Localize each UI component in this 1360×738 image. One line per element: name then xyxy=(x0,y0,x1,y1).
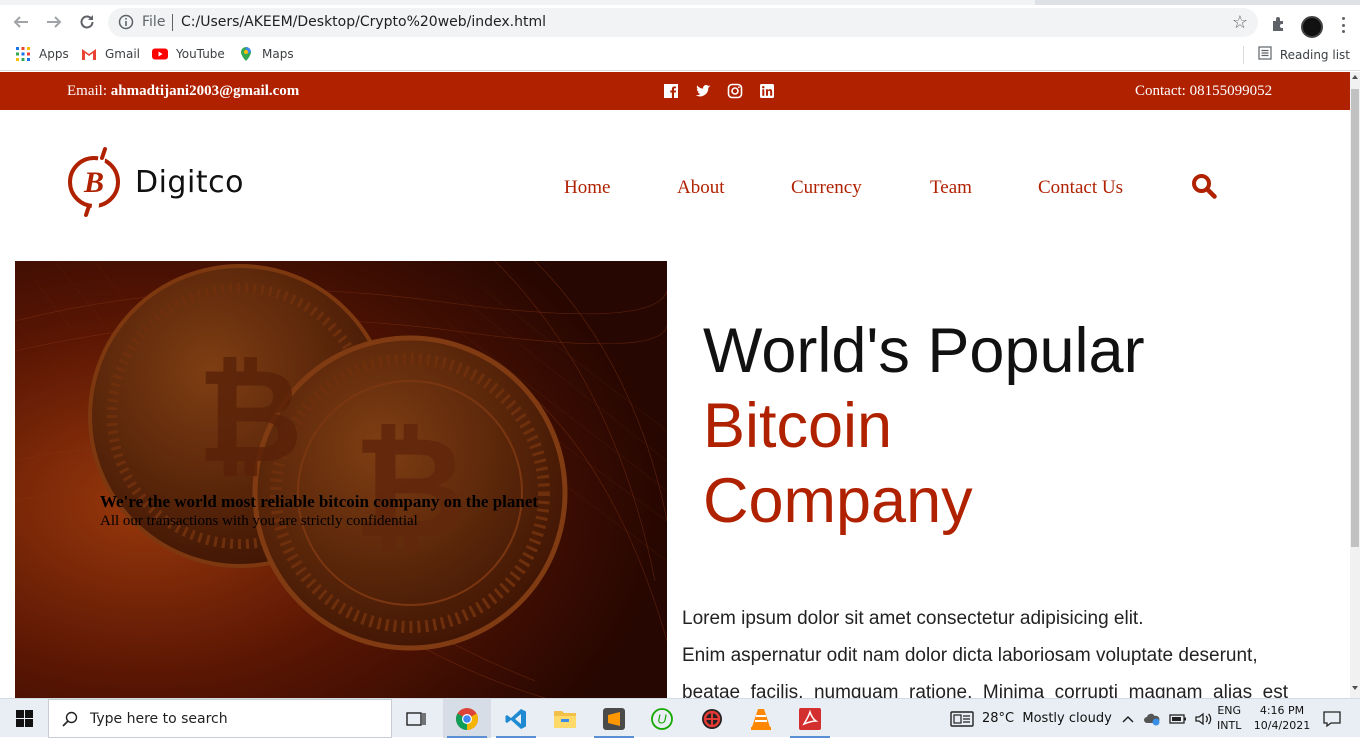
task-view-icon[interactable] xyxy=(392,699,440,738)
reading-list-button[interactable]: Reading list xyxy=(1242,46,1350,64)
headline-line-1: World's Popular xyxy=(703,316,1145,386)
language-code: ENG xyxy=(1217,704,1242,717)
bookmark-label: YouTube xyxy=(176,47,225,61)
twitter-icon[interactable] xyxy=(695,83,711,99)
bookmark-label: Apps xyxy=(39,47,69,61)
onedrive-cloud-icon[interactable] xyxy=(1143,712,1161,726)
address-bar[interactable]: File C:/Users/AKEEM/Desktop/Crypto%20web… xyxy=(108,8,1258,37)
nav-home[interactable]: Home xyxy=(564,177,610,199)
weather-news-icon xyxy=(950,710,974,728)
hero-caption-title: We're the world most reliable bitcoin co… xyxy=(100,492,539,511)
site-logo[interactable]: B Digitco xyxy=(65,146,244,218)
bookmark-apps[interactable]: Apps xyxy=(15,46,69,62)
facebook-icon[interactable] xyxy=(663,83,679,99)
clock-date: 10/4/2021 xyxy=(1253,719,1311,732)
email-address[interactable]: ahmadtijani2003@gmail.com xyxy=(111,83,300,99)
intro-paragraph: Lorem ipsum dolor sit amet consectetur a… xyxy=(682,600,1288,698)
reading-list-label: Reading list xyxy=(1279,47,1350,62)
page-scrollbar[interactable] xyxy=(1350,72,1360,698)
taskbar-clock[interactable]: 4:16 PM 10/4/2021 xyxy=(1253,703,1311,733)
topbar-email: Email: ahmadtijani2003@gmail.com xyxy=(67,83,299,100)
scrollbar-thumb[interactable] xyxy=(1351,89,1359,547)
file-scheme-label: File xyxy=(142,14,166,30)
bookmark-youtube[interactable]: YouTube xyxy=(152,46,225,62)
browser-menu-icon[interactable] xyxy=(1338,15,1348,35)
svg-text:B: B xyxy=(83,166,104,199)
back-arrow-icon[interactable] xyxy=(9,10,33,34)
intro-line-2: Enim aspernatur odit nam dolor dicta lab… xyxy=(682,645,1258,666)
reading-list-icon xyxy=(1258,46,1272,63)
upwork-taskbar-icon[interactable]: U xyxy=(638,699,686,738)
system-tray-icons xyxy=(1121,699,1213,738)
hero-headline: World's Popular Bitcoin Company xyxy=(703,314,1145,539)
nav-about[interactable]: About xyxy=(677,177,725,199)
site-info-icon[interactable] xyxy=(118,14,134,30)
topbar-contact: Contact: 08155099052 xyxy=(1135,83,1273,99)
chrome-taskbar-icon[interactable] xyxy=(443,699,491,738)
contact-topbar: Email: ahmadtijani2003@gmail.com Contact… xyxy=(0,72,1350,110)
scroll-down-arrow-icon[interactable] xyxy=(1352,686,1358,690)
instagram-icon[interactable] xyxy=(727,83,743,99)
clock-time: 4:16 PM xyxy=(1259,704,1305,717)
bookmark-star-icon[interactable]: ☆ xyxy=(1232,12,1248,33)
social-links xyxy=(663,83,775,99)
battery-icon[interactable] xyxy=(1169,713,1187,725)
input-language-indicator[interactable]: ENG INTL xyxy=(1217,703,1241,733)
pdf-reader-taskbar-icon[interactable] xyxy=(786,699,834,738)
maps-icon xyxy=(238,46,254,62)
profile-avatar[interactable] xyxy=(1301,16,1323,38)
url-text[interactable]: C:/Users/AKEEM/Desktop/Crypto%20web/inde… xyxy=(181,14,546,30)
linkedin-icon[interactable] xyxy=(759,83,775,99)
notifications-icon[interactable] xyxy=(1322,699,1342,738)
bookmark-maps[interactable]: Maps xyxy=(238,46,294,62)
headline-line-3: Company xyxy=(703,466,973,536)
omnibox-divider xyxy=(172,14,173,31)
gmail-icon xyxy=(81,46,97,62)
divider xyxy=(1242,46,1244,64)
intro-line-1: Lorem ipsum dolor sit amet consectetur a… xyxy=(682,608,1144,629)
search-icon[interactable] xyxy=(1190,172,1218,200)
weather-widget[interactable]: 28°C Mostly cloudy xyxy=(950,699,1112,738)
apps-grid-icon xyxy=(15,46,31,62)
taskbar-search-box[interactable]: Type here to search xyxy=(48,699,392,738)
file-explorer-taskbar-icon[interactable] xyxy=(541,699,589,738)
vscode-taskbar-icon[interactable] xyxy=(492,699,540,738)
vlc-taskbar-icon[interactable] xyxy=(737,699,785,738)
headline-line-2: Bitcoin xyxy=(703,391,893,461)
windows-taskbar: Type here to search U 28°C Mostly cloudy xyxy=(0,698,1360,738)
sublime-text-taskbar-icon[interactable] xyxy=(590,699,638,738)
hero-bitcoin-image: ₿ ₿ We're the world most reliable bitcoi… xyxy=(15,261,667,698)
intro-line-3: beatae facilis, numquam ratione. Minima … xyxy=(682,682,1288,698)
nav-contact-us[interactable]: Contact Us xyxy=(1038,177,1123,199)
browser-toolbar: File C:/Users/AKEEM/Desktop/Crypto%20web… xyxy=(0,5,1360,39)
search-magnifier-icon xyxy=(62,711,78,727)
page-viewport: Email: ahmadtijani2003@gmail.com Contact… xyxy=(0,72,1350,698)
nav-currency[interactable]: Currency xyxy=(791,177,862,199)
bitcoin-logo-icon: B xyxy=(68,147,120,217)
windows-start-icon[interactable] xyxy=(0,699,48,738)
scroll-up-arrow-icon[interactable] xyxy=(1352,75,1358,79)
bookmark-label: Maps xyxy=(262,47,294,61)
taskbar-search-placeholder: Type here to search xyxy=(90,710,228,727)
forward-arrow-icon[interactable] xyxy=(42,10,66,34)
youtube-icon xyxy=(152,46,168,62)
security-app-taskbar-icon[interactable] xyxy=(688,699,736,738)
nav-team[interactable]: Team xyxy=(930,177,972,199)
extensions-puzzle-icon[interactable] xyxy=(1270,15,1288,33)
show-hidden-icons-chevron-icon[interactable] xyxy=(1121,714,1135,724)
bookmarks-bar: Apps Gmail YouTube Maps Reading list xyxy=(0,39,1360,71)
svg-text:U: U xyxy=(657,711,667,726)
brand-name: Digitco xyxy=(135,164,244,200)
hero-caption-subtitle: All our transactions with you are strict… xyxy=(100,513,418,529)
reload-icon[interactable] xyxy=(75,10,99,34)
weather-text: 28°C Mostly cloudy xyxy=(982,711,1112,726)
volume-icon[interactable] xyxy=(1195,712,1213,726)
bitcoin-coins-illustration: ₿ ₿ xyxy=(15,261,667,698)
email-label: Email: xyxy=(67,83,107,99)
bookmark-gmail[interactable]: Gmail xyxy=(81,46,140,62)
bookmark-label: Gmail xyxy=(105,47,141,61)
keyboard-layout: INTL xyxy=(1217,719,1242,732)
